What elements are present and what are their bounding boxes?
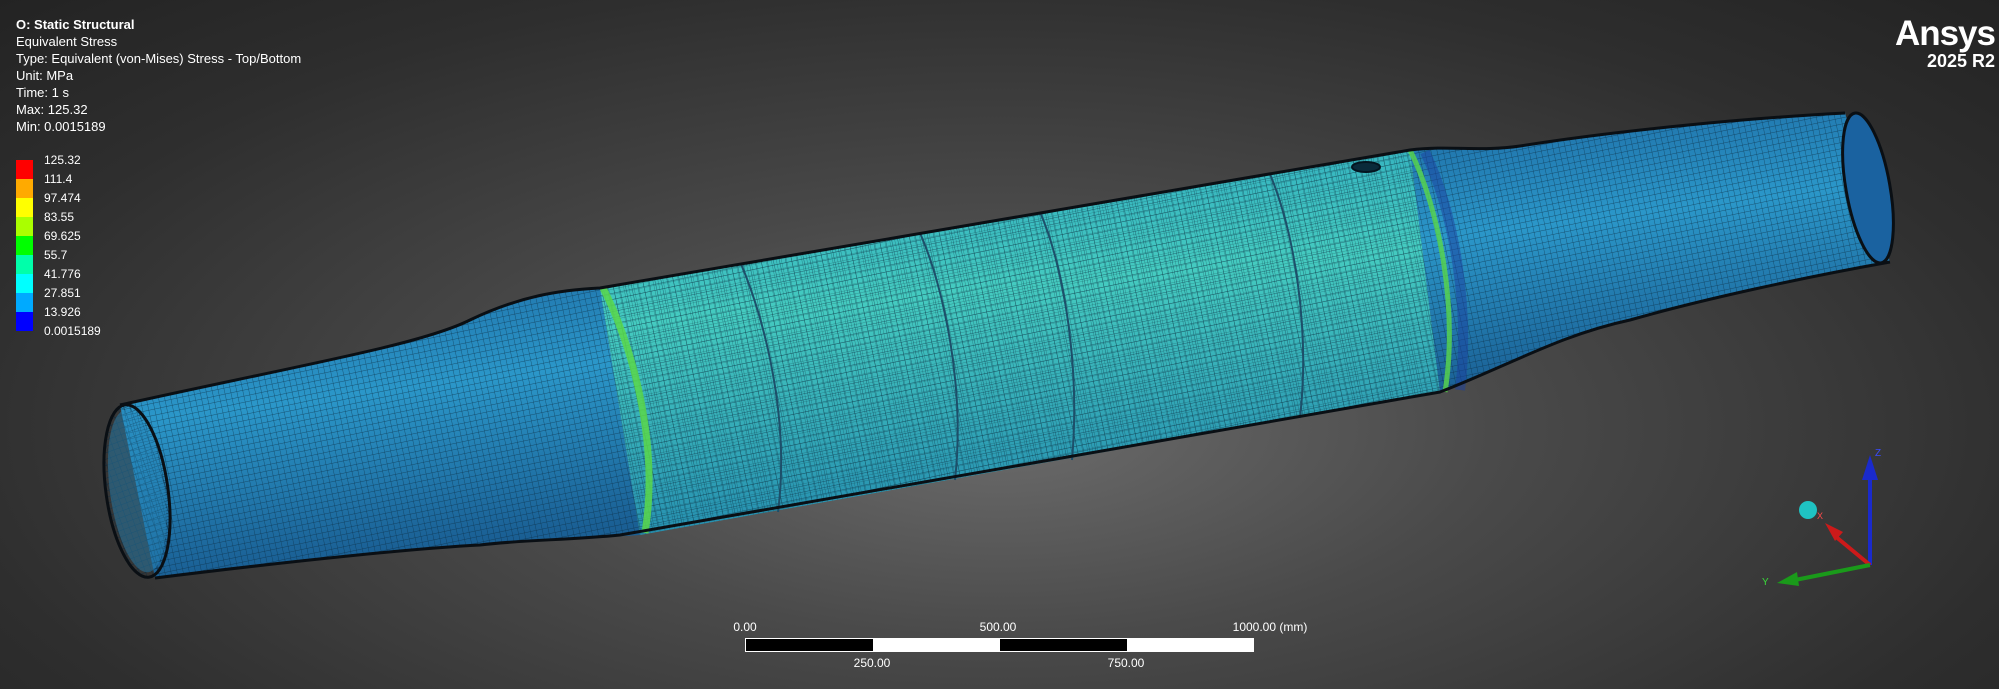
scale-label-0: 0.00	[733, 620, 757, 634]
axis-triad[interactable]: Z X Y	[1745, 440, 1895, 590]
tube-model[interactable]	[94, 109, 1903, 581]
result-min: Min: 0.0015189	[16, 119, 106, 134]
result-max: Max: 125.32	[16, 102, 88, 117]
legend-swatch	[16, 312, 33, 331]
scale-segment	[1127, 638, 1254, 652]
result-unit: Unit: MPa	[16, 68, 74, 83]
result-type: Type: Equivalent (von-Mises) Stress - To…	[16, 51, 302, 66]
z-axis-label: Z	[1875, 448, 1881, 459]
legend-label: 97.474	[44, 191, 81, 205]
legend-label: 69.625	[44, 229, 81, 243]
result-time: Time: 1 s	[16, 85, 69, 100]
legend-label: 27.851	[44, 286, 81, 300]
version-label: 2025 R2	[1926, 51, 1995, 71]
scale-label-500: 500.00	[979, 620, 1017, 634]
legend-swatch	[16, 274, 33, 293]
legend-label: 83.55	[44, 210, 75, 224]
scale-segment	[999, 638, 1128, 652]
scale-bar: 0.00 500.00 1000.00 (mm) 250.00 750.00	[730, 618, 1307, 678]
scale-segment	[873, 638, 1000, 652]
brand-name: Ansys	[1894, 14, 1996, 53]
scale-label-250: 250.00	[853, 656, 891, 670]
legend-label: 0.0015189	[44, 324, 101, 338]
ansys-logo: Ansys 2025 R2	[1894, 14, 1996, 71]
result-name: Equivalent Stress	[16, 34, 118, 49]
scale-segment	[745, 638, 874, 652]
legend-swatch	[16, 160, 33, 179]
legend-swatch	[16, 217, 33, 236]
analysis-title: O: Static Structural	[16, 17, 135, 32]
legend-label: 111.4	[44, 172, 73, 186]
z-axis: Z	[1862, 448, 1881, 565]
legend-label: 41.776	[44, 267, 81, 281]
scale-label-1000: 1000.00 (mm)	[1232, 620, 1308, 634]
scale-label-750: 750.00	[1107, 656, 1145, 670]
legend-swatch	[16, 293, 33, 312]
legend-swatch	[16, 179, 33, 198]
result-info-panel: O: Static Structural Equivalent Stress T…	[16, 16, 301, 135]
isometric-view-ball[interactable]	[1799, 501, 1817, 519]
mesh-overlay-center	[600, 150, 1440, 535]
legend-swatch	[16, 236, 33, 255]
x-axis-label: X	[1817, 511, 1823, 521]
legend-label: 125.32	[44, 153, 81, 167]
x-axis: X	[1817, 511, 1872, 567]
y-axis-label: Y	[1762, 577, 1769, 588]
legend-swatch	[16, 198, 33, 217]
legend-label: 55.7	[44, 248, 68, 262]
legend-label: 13.926	[44, 305, 81, 319]
legend-swatch	[16, 255, 33, 274]
tube-hole	[1351, 161, 1381, 173]
y-axis: Y	[1762, 563, 1871, 588]
